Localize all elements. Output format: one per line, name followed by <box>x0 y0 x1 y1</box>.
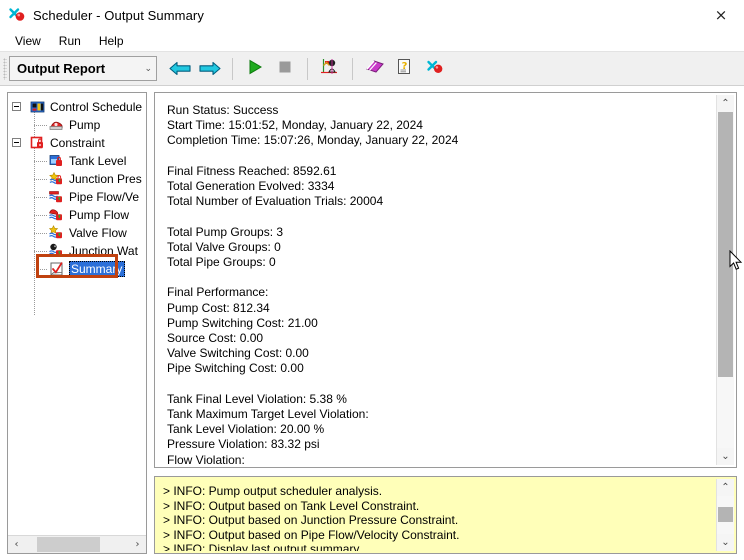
tree-node-label: Pump <box>69 118 101 132</box>
tree-node-pipe-flow-velocity[interactable]: Pipe Flow/Ve <box>8 188 146 206</box>
pipe-flow-velocity-icon <box>49 189 65 205</box>
chevron-down-icon: ⌄ <box>144 63 152 74</box>
tree-node-constraint[interactable]: Constraint <box>8 134 146 152</box>
tree-node-summary[interactable]: Summary <box>8 260 146 278</box>
scroll-track[interactable] <box>25 536 129 553</box>
tank-level-icon <box>49 153 65 169</box>
svg-text:?: ? <box>402 61 408 72</box>
tree-node-label: Pump Flow <box>69 208 130 222</box>
menu-item-run[interactable]: Run <box>50 32 90 50</box>
navigation-tree-panel: Control Schedule Pump Constraint Tank Le… <box>7 92 147 554</box>
expander-icon[interactable] <box>12 138 21 147</box>
junction-water-age-icon <box>49 243 65 259</box>
scheduler-icon <box>8 6 26 24</box>
tree-connector <box>34 197 47 199</box>
scroll-up-icon[interactable]: ⌃ <box>717 479 734 496</box>
scheduler-window: Scheduler - Output Summary × View Run He… <box>0 0 744 560</box>
tree-horizontal-scrollbar[interactable]: ‹ › <box>8 535 146 553</box>
tree-connector <box>34 161 47 163</box>
toolbar-separator <box>307 57 308 80</box>
menu-bar: View Run Help <box>0 30 744 51</box>
scroll-right-icon[interactable]: › <box>129 536 146 553</box>
scroll-thumb[interactable] <box>37 537 100 552</box>
scroll-left-icon[interactable]: ‹ <box>8 536 25 553</box>
scroll-track[interactable] <box>717 496 734 534</box>
book-icon <box>365 58 385 79</box>
toolbar-separator <box>232 57 233 80</box>
navigation-tree: Control Schedule Pump Constraint Tank Le… <box>8 93 146 535</box>
scroll-down-icon[interactable]: ⌄ <box>717 534 734 551</box>
junction-pressure-icon <box>49 171 65 187</box>
tree-node-pump-flow[interactable]: Pump Flow <box>8 206 146 224</box>
tree-node-label: Valve Flow <box>69 226 127 240</box>
tree-node-junction-pressure[interactable]: Junction Pres <box>8 170 146 188</box>
tree-node-label: Junction Pres <box>69 172 142 186</box>
help-page-icon: ? <box>396 58 414 79</box>
menu-item-view[interactable]: View <box>6 32 50 50</box>
stop-button[interactable] <box>270 56 300 82</box>
tree-connector <box>34 269 47 271</box>
tree-connector <box>34 215 47 217</box>
right-column: Run Status: Success Start Time: 15:01:52… <box>154 92 737 554</box>
analysis-button[interactable] <box>315 56 345 82</box>
stop-icon <box>276 58 294 79</box>
info-vertical-scrollbar[interactable]: ⌃ ⌄ <box>716 479 734 551</box>
tree-connector <box>34 251 47 253</box>
about-button[interactable] <box>420 56 450 82</box>
report-type-value: Output Report <box>17 61 106 76</box>
pump-icon <box>49 117 65 133</box>
menu-item-help[interactable]: Help <box>90 32 133 50</box>
tree-node-label: Junction Wat <box>69 244 138 258</box>
run-button[interactable] <box>240 56 270 82</box>
tree-connector <box>34 179 47 181</box>
tree-connector <box>34 125 47 127</box>
tree-node-control-schedule[interactable]: Control Schedule <box>8 98 146 116</box>
scroll-thumb[interactable] <box>718 112 733 378</box>
scroll-down-icon[interactable]: ⌄ <box>717 448 734 465</box>
toolbar-separator <box>352 57 353 80</box>
close-icon[interactable]: × <box>698 0 744 30</box>
manual-button[interactable] <box>360 56 390 82</box>
control-schedule-icon <box>30 99 46 115</box>
back-arrow-button[interactable] <box>165 56 195 82</box>
report-vertical-scrollbar[interactable]: ⌃ ⌄ <box>716 95 734 465</box>
title-bar: Scheduler - Output Summary × <box>0 0 744 30</box>
play-icon <box>246 58 264 79</box>
pump-flow-icon <box>49 207 65 223</box>
report-type-select[interactable]: Output Report ⌄ <box>9 56 157 81</box>
tree-connector <box>34 233 47 235</box>
summary-check-icon <box>49 261 65 277</box>
forward-arrow-button[interactable] <box>195 56 225 82</box>
analysis-icon <box>320 58 340 79</box>
scroll-thumb[interactable] <box>718 506 733 522</box>
help-button[interactable]: ? <box>390 56 420 82</box>
window-title: Scheduler - Output Summary <box>33 7 204 23</box>
tree-node-label: Control Schedule <box>50 100 143 114</box>
tree-node-pump[interactable]: Pump <box>8 116 146 134</box>
scroll-track[interactable] <box>717 112 734 448</box>
tree-node-valve-flow[interactable]: Valve Flow <box>8 224 146 242</box>
output-report-text: Run Status: Success Start Time: 15:01:52… <box>167 103 459 465</box>
info-log-text: > INFO: Pump output scheduler analysis. … <box>163 484 460 551</box>
arrow-left-icon <box>169 61 191 76</box>
main-content: Control Schedule Pump Constraint Tank Le… <box>0 86 744 560</box>
tree-node-label: Summary <box>69 261 126 277</box>
valve-flow-icon <box>48 225 65 241</box>
toolbar-grip[interactable] <box>3 57 7 80</box>
info-log-panel: > INFO: Pump output scheduler analysis. … <box>154 476 737 554</box>
scheduler-icon <box>426 58 444 79</box>
tree-node-label: Tank Level <box>69 154 127 168</box>
tree-node-junction-water-age[interactable]: Junction Wat <box>8 242 146 260</box>
constraint-lock-icon <box>30 135 46 151</box>
scroll-up-icon[interactable]: ⌃ <box>717 95 734 112</box>
output-report-panel: Run Status: Success Start Time: 15:01:52… <box>154 92 737 468</box>
tree-node-tank-level[interactable]: Tank Level <box>8 152 146 170</box>
tree-node-label: Constraint <box>50 136 105 150</box>
expander-icon[interactable] <box>12 102 21 111</box>
toolbar: Output Report ⌄ ? <box>0 51 744 86</box>
tree-node-label: Pipe Flow/Ve <box>69 190 140 204</box>
arrow-right-icon <box>199 61 221 76</box>
